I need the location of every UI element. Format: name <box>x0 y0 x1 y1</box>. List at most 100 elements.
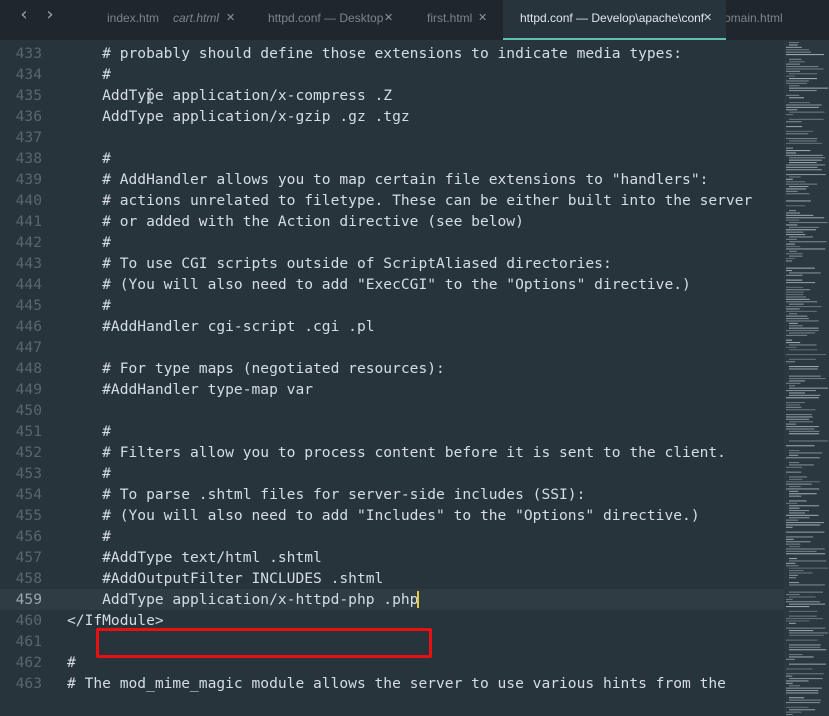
code-text: # For type maps (negotiated resources): <box>67 360 445 377</box>
code-line[interactable]: 445 # <box>0 295 784 316</box>
line-number: 443 <box>15 255 42 272</box>
code-text: AddType application/x-gzip .gz .tgz <box>67 108 410 125</box>
code-line[interactable]: 447 <box>0 337 784 358</box>
code-text: # <box>67 465 111 482</box>
line-number: 453 <box>15 465 42 482</box>
code-text: #AddHandler type-map var <box>67 381 314 398</box>
code-line[interactable]: 437 <box>0 127 784 148</box>
code-text: # To use CGI scripts outside of ScriptAl… <box>67 255 612 272</box>
line-number: 461 <box>15 633 42 650</box>
code-text: #AddType text/html .shtml <box>67 549 322 566</box>
code-text: # <box>67 423 111 440</box>
tab-label: index.htm <box>107 11 160 25</box>
line-number: 462 <box>15 654 42 671</box>
code-line[interactable]: 459 AddType application/x-httpd-php .php <box>0 589 784 610</box>
code-text: # (You will also need to add "ExecCGI" t… <box>67 276 691 293</box>
minimap[interactable] <box>784 40 829 716</box>
tab-domain-html[interactable]: omain.html <box>726 0 829 40</box>
code-text: #AddOutputFilter INCLUDES .shtml <box>67 570 384 587</box>
line-number: 440 <box>15 192 42 209</box>
code-text: # Filters allow you to process content b… <box>67 444 726 461</box>
line-number: 435 <box>15 87 42 104</box>
line-number: 442 <box>15 234 42 251</box>
code-text: # actions unrelated to filetype. These c… <box>67 192 753 209</box>
line-number: 458 <box>15 570 42 587</box>
code-line[interactable]: 456 # <box>0 526 784 547</box>
code-line[interactable]: 439 # AddHandler allows you to map certa… <box>0 169 784 190</box>
tab-httpd-conf-desktop[interactable]: httpd.conf — Desktop ✕ <box>268 0 408 40</box>
code-line[interactable]: 440 # actions unrelated to filetype. The… <box>0 190 784 211</box>
code-line[interactable]: 458 #AddOutputFilter INCLUDES .shtml <box>0 568 784 589</box>
code-line[interactable]: 435 AddType application/x-compress .Z <box>0 85 784 106</box>
code-line[interactable]: 448 # For type maps (negotiated resource… <box>0 358 784 379</box>
code-line[interactable]: 454 # To parse .shtml files for server-s… <box>0 484 784 505</box>
line-number: 449 <box>15 381 42 398</box>
annotation-highlight-box <box>96 628 432 658</box>
code-line[interactable]: 446 #AddHandler cgi-script .cgi .pl <box>0 316 784 337</box>
code-text: # <box>67 150 111 167</box>
line-number: 460 <box>15 612 42 629</box>
tab-bar: ‹ › index.htm cart.html ✕ httpd.conf — D… <box>0 0 829 40</box>
code-line[interactable]: 452 # Filters allow you to process conte… <box>0 442 784 463</box>
code-editor[interactable]: 433 # probably should define those exten… <box>0 40 784 716</box>
code-line[interactable]: 451 # <box>0 421 784 442</box>
minimap-content <box>786 42 828 716</box>
code-line[interactable]: 457 #AddType text/html .shtml <box>0 547 784 568</box>
code-line[interactable]: 441 # or added with the Action directive… <box>0 211 784 232</box>
line-number: 441 <box>15 213 42 230</box>
line-number: 438 <box>15 150 42 167</box>
code-text: # The mod_mime_magic module allows the s… <box>67 675 726 692</box>
code-line[interactable]: 449 #AddHandler type-map var <box>0 379 784 400</box>
code-line[interactable]: 444 # (You will also need to add "ExecCG… <box>0 274 784 295</box>
tab-cart-html[interactable]: cart.html ✕ <box>173 0 248 40</box>
code-text: # <box>67 66 111 83</box>
tab-httpd-conf-develop[interactable]: httpd.conf — Develop\apache\conf ✕ <box>503 0 726 40</box>
line-number: 452 <box>15 444 42 461</box>
code-line[interactable]: 434 # <box>0 64 784 85</box>
tab-label: first.html <box>427 11 473 25</box>
forward-arrow-icon[interactable]: › <box>40 4 60 26</box>
text-cursor-icon <box>147 88 153 104</box>
line-number: 450 <box>15 402 42 419</box>
close-icon[interactable]: ✕ <box>384 0 393 36</box>
code-text: # To parse .shtml files for server-side … <box>67 486 586 503</box>
close-icon[interactable]: ✕ <box>703 0 712 36</box>
line-number: 463 <box>15 675 42 692</box>
code-text: # (You will also need to add "Includes" … <box>67 507 700 524</box>
line-number: 454 <box>15 486 42 503</box>
line-number: 456 <box>15 528 42 545</box>
code-line[interactable]: 450 <box>0 400 784 421</box>
code-line[interactable]: 455 # (You will also need to add "Includ… <box>0 505 784 526</box>
close-icon[interactable]: ✕ <box>478 0 487 36</box>
line-number: 451 <box>15 423 42 440</box>
tab-label: omain.html <box>726 11 783 25</box>
close-icon[interactable]: ✕ <box>226 0 235 36</box>
tab-index-htm[interactable]: index.htm <box>107 0 177 40</box>
code-line[interactable]: 436 AddType application/x-gzip .gz .tgz <box>0 106 784 127</box>
line-number: 437 <box>15 129 42 146</box>
line-number: 436 <box>15 108 42 125</box>
code-line[interactable]: 433 # probably should define those exten… <box>0 43 784 64</box>
line-number: 439 <box>15 171 42 188</box>
code-text: AddType application/x-httpd-php .php <box>67 591 419 608</box>
tab-label: cart.html <box>173 11 220 25</box>
code-text: # <box>67 297 111 314</box>
code-line[interactable]: 442 # <box>0 232 784 253</box>
code-line[interactable]: 438 # <box>0 148 784 169</box>
text-caret <box>417 591 419 608</box>
code-line[interactable]: 443 # To use CGI scripts outside of Scri… <box>0 253 784 274</box>
code-line[interactable]: 453 # <box>0 463 784 484</box>
line-number: 446 <box>15 318 42 335</box>
code-line[interactable]: 463 # The mod_mime_magic module allows th… <box>0 673 784 694</box>
code-text: # <box>67 654 76 671</box>
line-number: 433 <box>15 45 42 62</box>
line-number: 447 <box>15 339 42 356</box>
tab-first-html[interactable]: first.html ✕ <box>427 0 502 40</box>
tab-label: httpd.conf — Desktop <box>268 11 384 25</box>
back-arrow-icon[interactable]: ‹ <box>14 4 34 26</box>
code-text: # AddHandler allows you to map certain f… <box>67 171 709 188</box>
code-text: # probably should define those extension… <box>67 45 683 62</box>
line-number: 444 <box>15 276 42 293</box>
line-number: 455 <box>15 507 42 524</box>
code-text: AddType application/x-compress .Z <box>67 87 393 104</box>
